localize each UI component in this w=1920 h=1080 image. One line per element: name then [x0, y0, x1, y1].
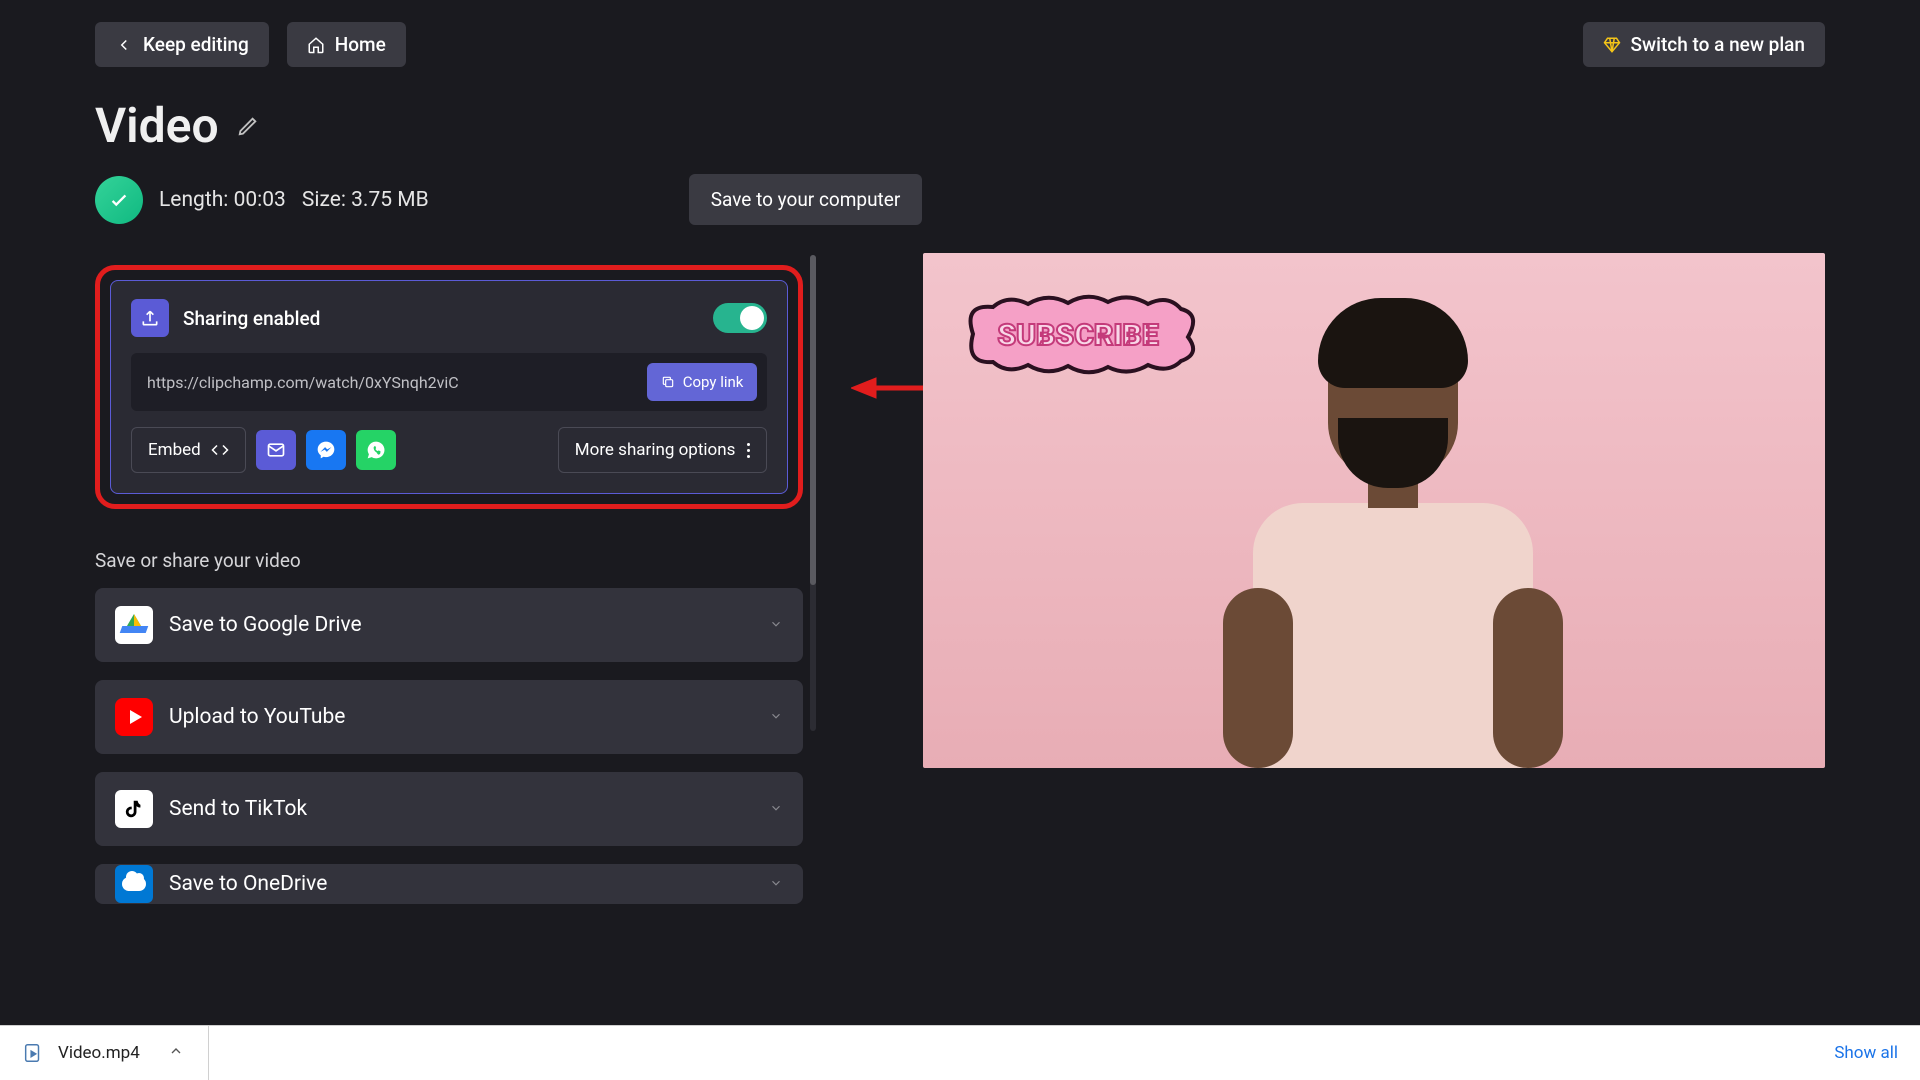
toggle-knob — [740, 306, 764, 330]
share-email-button[interactable] — [256, 430, 296, 470]
tiktok-icon — [115, 790, 153, 828]
download-menu-icon[interactable] — [168, 1043, 184, 1064]
dest-label: Save to Google Drive — [169, 613, 362, 637]
share-messenger-button[interactable] — [306, 430, 346, 470]
top-bar: Keep editing Home Switch to a new plan — [0, 0, 1920, 67]
subscribe-badge: SUBSCRIBE — [953, 289, 1203, 383]
content-wrap: Sharing enabled https://clipchamp.com/wa… — [0, 225, 1920, 904]
share-actions: Embed More sharing options — [131, 427, 767, 473]
switch-plan-button[interactable]: Switch to a new plan — [1583, 22, 1825, 67]
copy-link-button[interactable]: Copy link — [647, 363, 758, 401]
google-drive-icon — [115, 606, 153, 644]
dest-label: Upload to YouTube — [169, 705, 345, 729]
sharing-card: Sharing enabled https://clipchamp.com/wa… — [110, 280, 788, 494]
whatsapp-icon — [366, 440, 386, 460]
chevron-down-icon — [769, 875, 783, 894]
kebab-icon — [747, 443, 750, 458]
share-url[interactable]: https://clipchamp.com/watch/0xYSnqh2viC — [147, 373, 637, 392]
keep-editing-button[interactable]: Keep editing — [95, 22, 269, 67]
dest-youtube[interactable]: Upload to YouTube — [95, 680, 803, 754]
youtube-icon — [115, 698, 153, 736]
show-all-link[interactable]: Show all — [1834, 1043, 1898, 1063]
more-sharing-label: More sharing options — [575, 440, 736, 460]
sharing-title: Sharing enabled — [183, 307, 320, 330]
chevron-down-icon — [769, 616, 783, 635]
embed-button[interactable]: Embed — [131, 427, 246, 473]
meta-row: Length: 00:03 Size: 3.75 MB Save to your… — [0, 154, 1920, 225]
more-sharing-button[interactable]: More sharing options — [558, 427, 768, 473]
sharing-header: Sharing enabled — [131, 299, 767, 337]
scrollbar-track[interactable] — [810, 255, 816, 731]
title-row: Video — [0, 67, 1920, 154]
dest-tiktok[interactable]: Send to TikTok — [95, 772, 803, 846]
chevron-down-icon — [769, 800, 783, 819]
chevron-down-icon — [769, 708, 783, 727]
svg-text:SUBSCRIBE: SUBSCRIBE — [998, 318, 1160, 353]
diamond-icon — [1603, 36, 1621, 54]
video-preview[interactable]: SUBSCRIBE — [923, 253, 1825, 768]
share-icon — [131, 299, 169, 337]
home-icon — [307, 36, 325, 54]
left-column: Sharing enabled https://clipchamp.com/wa… — [95, 255, 803, 904]
size-label: Size: 3.75 MB — [302, 188, 429, 212]
dest-onedrive[interactable]: Save to OneDrive — [95, 864, 803, 904]
onedrive-icon — [115, 865, 153, 903]
embed-label: Embed — [148, 440, 201, 460]
right-column: SUBSCRIBE — [923, 255, 1825, 904]
scrollbar-thumb[interactable] — [810, 255, 816, 585]
messenger-icon — [316, 440, 336, 460]
switch-plan-label: Switch to a new plan — [1631, 33, 1805, 56]
edit-title-icon[interactable] — [237, 115, 259, 137]
downloads-bar: Video.mp4 Show all — [0, 1025, 1920, 1080]
share-whatsapp-button[interactable] — [356, 430, 396, 470]
length-label: Length: 00:03 — [159, 188, 286, 212]
code-icon — [211, 441, 229, 459]
copy-icon — [661, 375, 675, 389]
download-filename: Video.mp4 — [58, 1043, 140, 1063]
annotation-callout: Sharing enabled https://clipchamp.com/wa… — [95, 265, 803, 509]
status-check-icon — [95, 176, 143, 224]
download-item[interactable]: Video.mp4 — [22, 1026, 209, 1080]
dest-google-drive[interactable]: Save to Google Drive — [95, 588, 803, 662]
save-to-computer-button[interactable]: Save to your computer — [689, 174, 923, 225]
home-label: Home — [335, 33, 386, 56]
topbar-left: Keep editing Home — [95, 22, 406, 67]
dest-label: Save to OneDrive — [169, 872, 327, 896]
save-share-section-label: Save or share your video — [95, 549, 803, 572]
person-illustration — [1193, 278, 1593, 768]
share-link-row: https://clipchamp.com/watch/0xYSnqh2viC … — [131, 353, 767, 411]
file-video-icon — [22, 1042, 44, 1064]
arrow-left-icon — [115, 36, 133, 54]
home-button[interactable]: Home — [287, 22, 406, 67]
sharing-toggle[interactable] — [713, 303, 767, 333]
dest-label: Send to TikTok — [169, 797, 307, 821]
save-to-computer-label: Save to your computer — [711, 188, 901, 211]
mail-icon — [266, 440, 286, 460]
copy-link-label: Copy link — [683, 373, 744, 391]
page-title: Video — [95, 97, 219, 154]
keep-editing-label: Keep editing — [143, 33, 249, 56]
